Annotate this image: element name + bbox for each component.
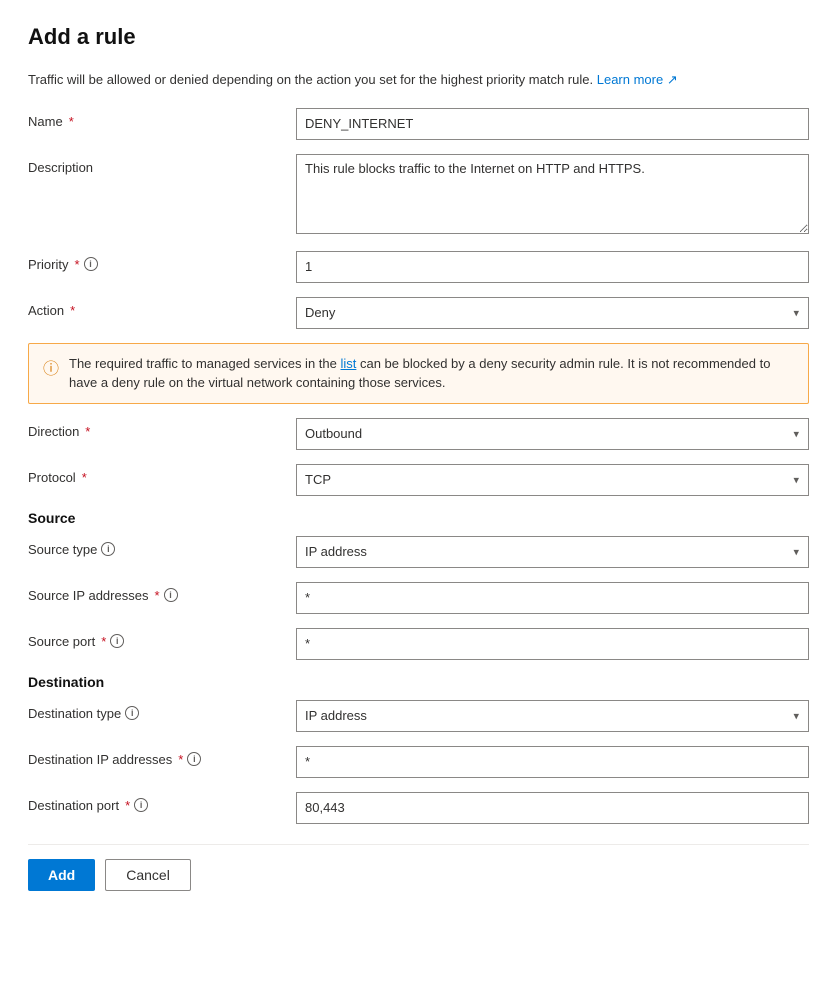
destination-type-field-wrapper: IP address Service tag ▾ [296,700,809,732]
learn-more-link[interactable]: Learn more ↗ [597,72,678,87]
name-row: Name * [28,108,809,140]
protocol-row: Protocol * TCP UDP Any ICMP ▾ [28,464,809,496]
destination-ip-label: Destination IP addresses * i [28,746,296,767]
description-input[interactable] [296,154,809,234]
destination-port-field-wrapper [296,792,809,824]
priority-row: Priority * i [28,251,809,283]
source-ip-input[interactable] [296,582,809,614]
destination-port-info-icon[interactable]: i [134,798,148,812]
destination-ip-input[interactable] [296,746,809,778]
cancel-button[interactable]: Cancel [105,859,191,891]
destination-type-select-wrapper: IP address Service tag ▾ [296,700,809,732]
source-port-input[interactable] [296,628,809,660]
source-port-required: * [101,634,106,649]
button-row: Add Cancel [28,844,809,891]
source-port-label: Source port * i [28,628,296,649]
source-type-select-wrapper: IP address Service tag ▾ [296,536,809,568]
source-port-info-icon[interactable]: i [110,634,124,648]
source-ip-info-icon[interactable]: i [164,588,178,602]
priority-field-wrapper [296,251,809,283]
destination-section-header: Destination [28,674,809,690]
source-type-label: Source type i [28,536,296,557]
description-row: Description [28,154,809,237]
source-type-field-wrapper: IP address Service tag ▾ [296,536,809,568]
warning-list-link[interactable]: list [340,356,356,371]
action-row: Action * Deny Allow AlwaysAllow ▾ [28,297,809,329]
source-ip-row: Source IP addresses * i [28,582,809,614]
name-input[interactable] [296,108,809,140]
action-required: * [70,303,75,318]
action-select[interactable]: Deny Allow AlwaysAllow [296,297,809,329]
source-port-row: Source port * i [28,628,809,660]
add-button[interactable]: Add [28,859,95,891]
priority-required: * [74,257,79,272]
destination-port-row: Destination port * i [28,792,809,824]
source-ip-label: Source IP addresses * i [28,582,296,603]
name-required: * [69,114,74,129]
protocol-required: * [82,470,87,485]
destination-type-info-icon[interactable]: i [125,706,139,720]
protocol-field-wrapper: TCP UDP Any ICMP ▾ [296,464,809,496]
warning-banner: ⓘ The required traffic to managed servic… [28,343,809,404]
destination-ip-info-icon[interactable]: i [187,752,201,766]
source-ip-required: * [154,588,159,603]
external-link-icon: ↗ [667,72,678,87]
source-port-field-wrapper [296,628,809,660]
destination-ip-field-wrapper [296,746,809,778]
description-label: Description [28,154,296,175]
page-title: Add a rule [28,24,809,50]
destination-ip-required: * [178,752,183,767]
priority-info-icon[interactable]: i [84,257,98,271]
action-select-wrapper: Deny Allow AlwaysAllow ▾ [296,297,809,329]
priority-input[interactable] [296,251,809,283]
action-field-wrapper: Deny Allow AlwaysAllow ▾ [296,297,809,329]
destination-port-input[interactable] [296,792,809,824]
name-label: Name * [28,108,296,129]
destination-type-row: Destination type i IP address Service ta… [28,700,809,732]
source-type-row: Source type i IP address Service tag ▾ [28,536,809,568]
warning-text: The required traffic to managed services… [69,354,794,393]
direction-label: Direction * [28,418,296,439]
source-type-info-icon[interactable]: i [101,542,115,556]
direction-required: * [85,424,90,439]
source-type-select[interactable]: IP address Service tag [296,536,809,568]
destination-port-label: Destination port * i [28,792,296,813]
destination-port-required: * [125,798,130,813]
protocol-label: Protocol * [28,464,296,485]
source-ip-field-wrapper [296,582,809,614]
direction-field-wrapper: Outbound Inbound ▾ [296,418,809,450]
action-label: Action * [28,297,296,318]
name-field-wrapper [296,108,809,140]
description-field-wrapper [296,154,809,237]
direction-select[interactable]: Outbound Inbound [296,418,809,450]
destination-type-label: Destination type i [28,700,296,721]
warning-icon: ⓘ [43,355,59,379]
source-section-header: Source [28,510,809,526]
destination-type-select[interactable]: IP address Service tag [296,700,809,732]
direction-row: Direction * Outbound Inbound ▾ [28,418,809,450]
direction-select-wrapper: Outbound Inbound ▾ [296,418,809,450]
priority-label: Priority * i [28,251,296,272]
protocol-select-wrapper: TCP UDP Any ICMP ▾ [296,464,809,496]
protocol-select[interactable]: TCP UDP Any ICMP [296,464,809,496]
intro-text: Traffic will be allowed or denied depend… [28,70,809,90]
destination-ip-row: Destination IP addresses * i [28,746,809,778]
